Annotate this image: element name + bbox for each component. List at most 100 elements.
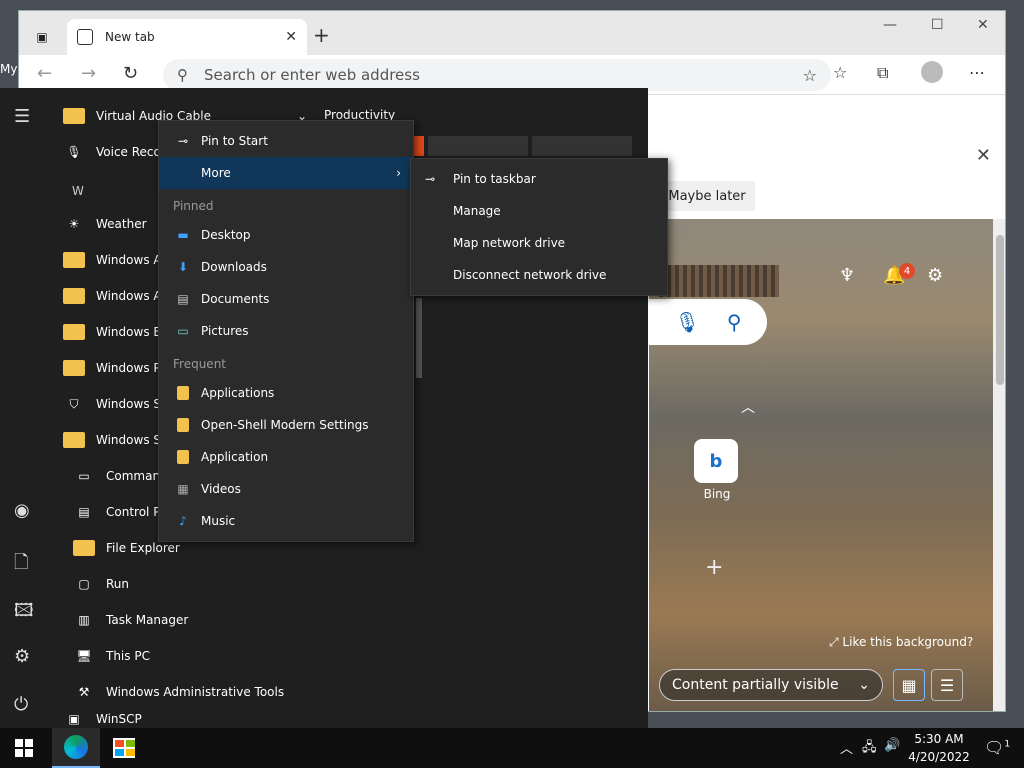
winscp-icon: ▣ (68, 712, 80, 726)
menu-label: Music (201, 514, 236, 528)
documents-icon[interactable]: 🗋 (14, 550, 28, 580)
network-icon[interactable]: 🖧 (862, 738, 877, 760)
frequent-music[interactable]: ♪ Music (159, 505, 413, 537)
hamburger-icon[interactable]: ☰ (14, 106, 30, 127)
app-winscp[interactable]: ▣ WinSCP (62, 710, 141, 728)
search-submit-icon[interactable]: ⚲ (727, 310, 742, 334)
like-background-label: Like this background? (842, 635, 974, 649)
tab-actions-icon[interactable]: ▣ (27, 23, 57, 51)
settings-icon[interactable]: ⚙ (927, 265, 943, 286)
list-view-icon[interactable]: ☰ (931, 669, 963, 701)
document-icon: ▤ (177, 292, 189, 306)
folder-icon (177, 450, 189, 464)
frequent-applications[interactable]: Applications (159, 377, 413, 409)
app-task-manager[interactable]: ▥ Task Manager (72, 602, 188, 638)
grid-view-icon[interactable]: ▦ (893, 669, 925, 701)
maybe-later-button[interactable]: Maybe later (659, 181, 755, 211)
run-icon: ▢ (78, 577, 90, 591)
taskbar-edge[interactable] (52, 728, 100, 768)
forward-icon[interactable]: → (81, 63, 96, 84)
pinned-desktop[interactable]: ▬ Desktop (159, 219, 413, 251)
app-list-scrollbar[interactable] (416, 298, 422, 378)
frequent-header: Frequent (173, 357, 226, 371)
start-button[interactable] (0, 728, 48, 768)
tile-accent[interactable] (414, 136, 424, 156)
chevron-up-icon[interactable]: ︿ (840, 738, 853, 757)
close-tab-icon[interactable]: ✕ (285, 29, 297, 45)
download-icon: ⬇ (177, 260, 189, 274)
frequent-application[interactable]: Application (159, 441, 413, 473)
close-window-icon[interactable]: ✕ (977, 17, 989, 33)
add-favorite-icon[interactable]: ☆ (803, 66, 817, 85)
folder-icon (63, 432, 85, 448)
control-panel-icon: ▤ (78, 505, 90, 519)
collections-icon[interactable]: ⧉ (877, 63, 888, 83)
new-tab-plus-icon[interactable]: + (313, 23, 330, 47)
more-submenu: ⊸ Pin to taskbar Manage Map network drive… (410, 158, 668, 296)
menu-label: Desktop (201, 228, 251, 242)
action-center-icon[interactable]: 🗨1 (984, 738, 1010, 757)
search-box[interactable]: 🎙 ⚲ (649, 299, 767, 345)
action-center-count: 1 (1004, 739, 1011, 750)
maximize-icon[interactable]: ☐ (931, 17, 944, 33)
settings-gear-icon[interactable]: ⚙ (14, 646, 30, 667)
taskbar: ︿ 🖧 🔊 5:30 AM 4/20/2022 🗨1 (0, 728, 1024, 768)
power-icon[interactable]: ⏻ (14, 694, 28, 715)
chevron-right-icon: › (396, 166, 401, 180)
pinned-documents[interactable]: ▤ Documents (159, 283, 413, 315)
frequent-open-shell[interactable]: Open-Shell Modern Settings (159, 409, 413, 441)
like-background-link[interactable]: ⤢ Like this background? (829, 635, 973, 650)
video-icon: ▦ (177, 482, 189, 496)
page-scrollbar[interactable] (993, 219, 1005, 711)
app-label: Run (106, 577, 130, 591)
app-weather[interactable]: ☀ Weather (62, 206, 147, 242)
volume-icon[interactable]: 🔊 (884, 738, 900, 753)
favorites-icon[interactable]: ☆ (833, 63, 847, 82)
tile[interactable] (532, 136, 632, 156)
app-this-pc[interactable]: 🖥 This PC (72, 638, 150, 674)
microphone-icon[interactable]: 🎙 (674, 310, 699, 334)
menu-label: Disconnect network drive (453, 268, 607, 282)
pictures-icon[interactable]: 🖾 (14, 598, 34, 628)
map-network-drive-item[interactable]: Map network drive (411, 227, 667, 259)
close-promo-icon[interactable]: ✕ (976, 145, 991, 166)
computer-icon: 🖥 (76, 649, 92, 663)
app-run[interactable]: ▢ Run (72, 566, 129, 602)
back-icon[interactable]: ← (37, 63, 52, 84)
picture-icon: ▭ (177, 324, 189, 338)
letter-header-w[interactable]: W (72, 184, 84, 198)
taskbar-store[interactable] (100, 728, 148, 768)
frequent-videos[interactable]: ▦ Videos (159, 473, 413, 505)
more-menu-icon[interactable]: ⋯ (969, 63, 985, 82)
app-label: Windows Administrative Tools (106, 685, 285, 699)
more-item[interactable]: More › (159, 157, 413, 189)
pin-to-taskbar-item[interactable]: ⊸ Pin to taskbar (411, 163, 667, 195)
refresh-icon[interactable]: ↻ (123, 63, 138, 84)
app-label: File Explorer (106, 541, 180, 555)
disconnect-network-drive-item[interactable]: Disconnect network drive (411, 259, 667, 291)
tab-new-tab[interactable]: New tab ✕ (67, 19, 307, 55)
browser-titlebar: ▣ New tab ✕ + — ☐ ✕ (19, 11, 1005, 55)
context-menu: ⊸ Pin to Start More › Pinned ▬ Desktop ⬇ Dow… (158, 120, 414, 542)
folder-icon (63, 288, 85, 304)
folder-icon (63, 108, 85, 124)
user-icon[interactable]: ◉ (14, 500, 30, 521)
menu-label: Applications (201, 386, 275, 400)
chevron-up-icon[interactable]: ︿ (741, 397, 755, 417)
pin-to-start-item[interactable]: ⊸ Pin to Start (159, 125, 413, 157)
content-visibility-dropdown[interactable]: Content partially visible ⌄ (659, 669, 883, 701)
bing-tile-icon[interactable]: b (694, 439, 738, 483)
pinned-downloads[interactable]: ⬇ Downloads (159, 251, 413, 283)
pinned-pictures[interactable]: ▭ Pictures (159, 315, 413, 347)
profile-icon[interactable] (921, 61, 943, 83)
clock[interactable]: 5:30 AM 4/20/2022 (904, 730, 974, 766)
minimize-icon[interactable]: — (883, 17, 897, 33)
add-site-icon[interactable]: + (705, 555, 723, 580)
rewards-icon[interactable]: ♆ (839, 265, 855, 286)
tile[interactable] (428, 136, 528, 156)
manage-item[interactable]: Manage (411, 195, 667, 227)
app-windows-admin-tools[interactable]: ⚒ Windows Administrative Tools (72, 674, 285, 710)
clock-date: 4/20/2022 (908, 750, 970, 764)
chevron-down-icon: ⌄ (858, 677, 870, 693)
address-bar[interactable]: ⚲ Search or enter web address ☆ (163, 59, 831, 91)
